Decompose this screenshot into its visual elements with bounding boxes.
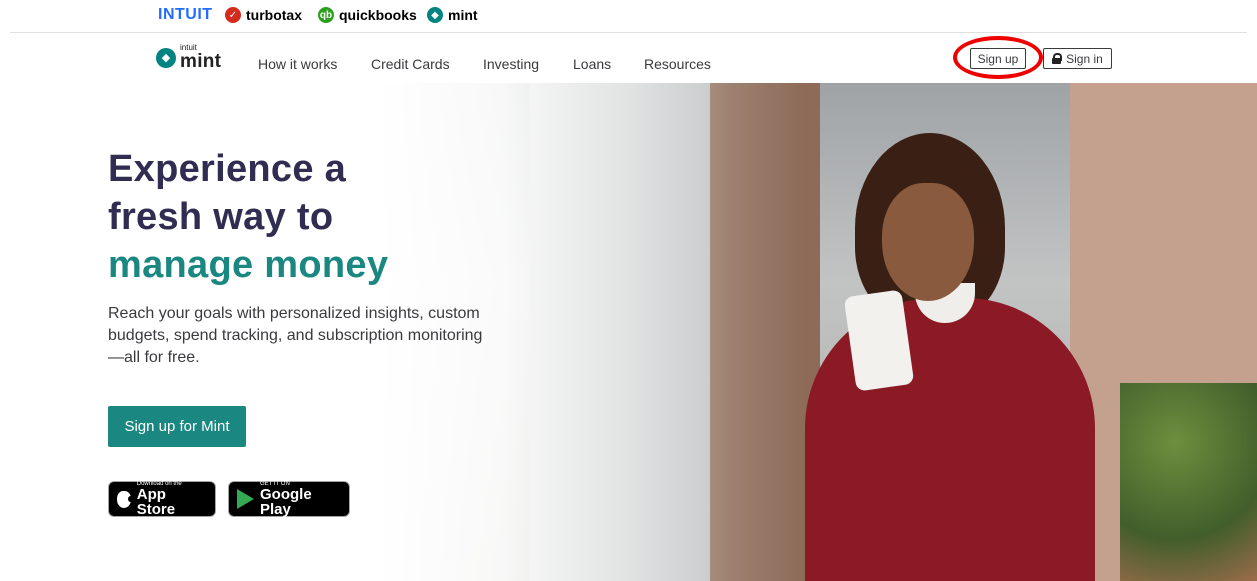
headline-line-2: fresh way to [108,196,334,238]
turbotax-label: turbotax [246,7,302,23]
nav-credit-cards[interactable]: Credit Cards [371,56,450,72]
nav-resources[interactable]: Resources [644,56,711,72]
turbotax-brand-link[interactable]: ✓ turbotax [225,7,302,23]
headline-line-1: Experience a [108,148,347,190]
sign-in-button[interactable]: Sign in [1043,48,1112,69]
app-store-badge[interactable]: Download on the App Store [108,481,216,517]
logo-mint-text: mint [180,51,222,72]
quickbooks-label: quickbooks [339,7,417,23]
quickbooks-brand-link[interactable]: qb quickbooks [318,7,417,23]
intuit-brand-link[interactable]: INTUIT [158,6,213,24]
mint-leaf-icon: ◆ [427,7,443,23]
sign-in-label: Sign in [1066,51,1103,66]
red-highlight-circle [953,36,1043,79]
sign-up-for-mint-button[interactable]: Sign up for Mint [108,406,246,447]
app-store-big-text: App Store [136,486,176,518]
apple-icon [117,490,133,508]
nav-investing[interactable]: Investing [483,56,539,72]
mint-label: mint [448,7,478,23]
mint-logo[interactable]: ◆ intuit mint [156,44,221,71]
headline-line-3: manage money [108,244,389,286]
turbotax-check-icon: ✓ [225,7,241,23]
google-play-big-text: Google Play [260,486,312,518]
hero-headline: Experience a fresh way to manage money [108,145,388,289]
lock-icon [1052,53,1063,64]
google-play-icon [237,489,254,509]
mint-brand-link[interactable]: ◆ mint [427,7,478,23]
google-play-badge[interactable]: GET IT ON Google Play [228,481,350,517]
intuit-label: INTUIT [158,6,213,23]
main-nav: ◆ intuit mint How it works Credit Cards … [0,33,1257,83]
nav-loans[interactable]: Loans [573,56,611,72]
quickbooks-qb-icon: qb [318,7,334,23]
mint-drop-icon: ◆ [156,47,176,68]
hero-subtext: Reach your goals with personalized insig… [108,305,483,366]
hero-section: Experience a fresh way to manage money R… [0,83,1257,581]
brand-bar: INTUIT ✓ turbotax qb quickbooks ◆ mint [0,0,1257,33]
nav-how-it-works[interactable]: How it works [258,56,337,72]
